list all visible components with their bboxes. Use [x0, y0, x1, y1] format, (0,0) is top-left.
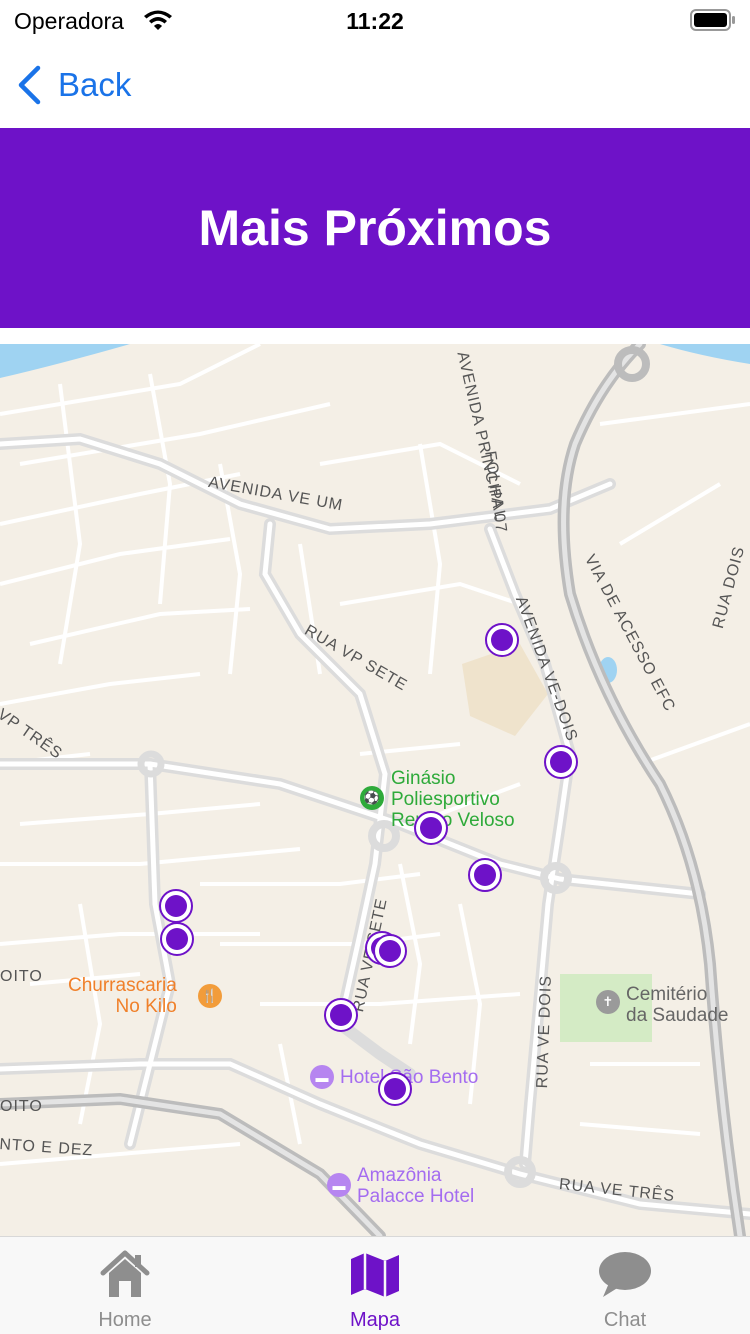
map-view[interactable]: AVENIDA VE UM AVENIDA PRINCIPAL FOLHA 07… [0, 344, 750, 1236]
map-marker[interactable] [160, 922, 194, 956]
map-marker[interactable] [324, 998, 358, 1032]
back-label: Back [58, 66, 132, 103]
map-marker[interactable] [378, 1072, 412, 1106]
street-label: OITO [0, 1098, 43, 1115]
back-button[interactable]: Back [16, 62, 131, 108]
poi-amazonia-palace-label[interactable]: Amazônia Palacce Hotel [357, 1165, 474, 1207]
tab-chat[interactable]: Chat [500, 1237, 750, 1334]
map-marker[interactable] [159, 889, 193, 923]
map-marker[interactable] [544, 745, 578, 779]
clock-label: 11:22 [346, 8, 404, 34]
tab-bar: Home Mapa Chat [0, 1236, 750, 1334]
tab-chat-label: Chat [603, 1309, 647, 1331]
chevron-left-icon [18, 65, 41, 105]
map-marker[interactable] [485, 623, 519, 657]
map-marker[interactable] [373, 934, 407, 968]
house-icon [100, 1250, 150, 1297]
page-title: Mais Próximos [198, 200, 552, 256]
restaurant-icon: 🍴 [198, 984, 222, 1008]
cemetery-icon: ✝ [596, 990, 620, 1014]
tab-home[interactable]: Home [0, 1237, 250, 1334]
hotel-icon: ▬ [310, 1065, 334, 1089]
tab-mapa[interactable]: Mapa [250, 1237, 500, 1334]
stadium-icon: ⚽ [360, 786, 384, 810]
header-banner: Mais Próximos [0, 128, 750, 328]
poi-cemiterio-label[interactable]: Cemitério da Saudade [626, 984, 729, 1026]
hotel-icon: ▬ [327, 1173, 351, 1197]
chat-bubble-icon [599, 1252, 651, 1297]
poi-churrascaria-label[interactable]: Churrascaria No Kilo [68, 975, 177, 1017]
street-label: OITO [0, 968, 43, 985]
status-bar: Operadora 11:22 [0, 0, 750, 42]
navigation-bar: Back [0, 42, 750, 128]
tab-home-label: Home [98, 1309, 152, 1331]
battery-icon [690, 9, 735, 31]
map-marker[interactable] [414, 811, 448, 845]
poi-ginasio-label[interactable]: Ginásio Poliesportivo Renato Veloso [391, 768, 515, 831]
tab-mapa-label: Mapa [349, 1309, 401, 1331]
map-marker[interactable] [468, 858, 502, 892]
map-icon [351, 1253, 399, 1297]
